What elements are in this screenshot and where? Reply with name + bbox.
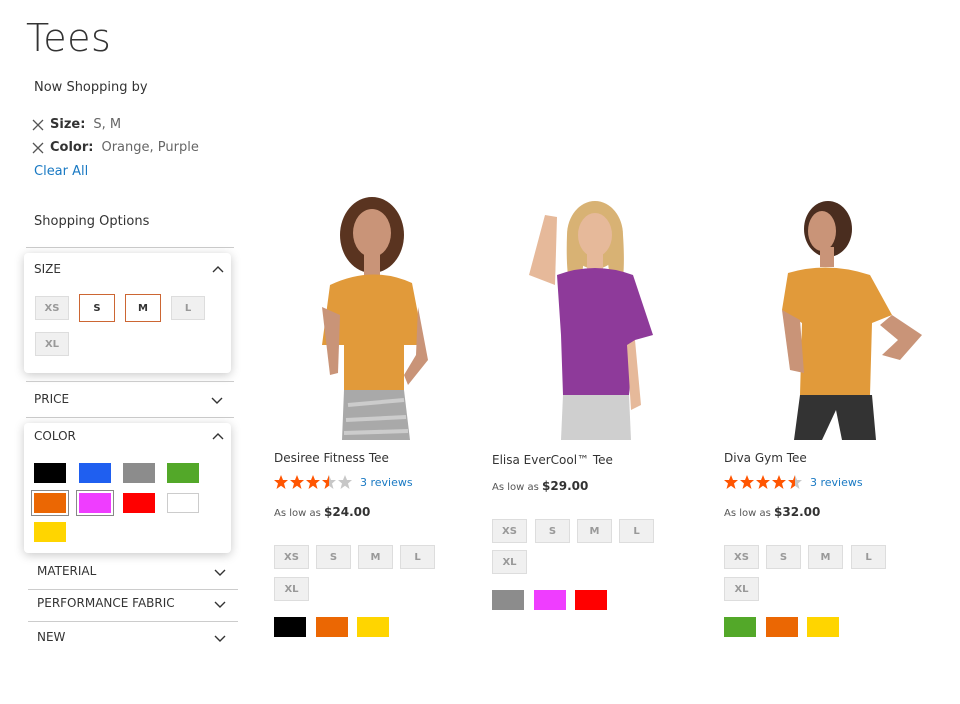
color-swatch-gray[interactable]	[123, 463, 155, 483]
filter-value: S, M	[93, 117, 122, 132]
product-color-purple[interactable]	[534, 590, 566, 610]
active-filter-size: Size: S, M	[32, 117, 121, 132]
divider	[26, 417, 234, 418]
price-prefix: As low as	[274, 508, 321, 519]
filter-label: Color:	[50, 140, 94, 155]
divider	[28, 621, 238, 622]
price: As low as $32.00	[724, 505, 820, 519]
product-name[interactable]: Diva Gym Tee	[724, 451, 807, 465]
color-filter-title[interactable]: COLOR	[34, 429, 76, 443]
now-shopping-title: Now Shopping by	[34, 80, 148, 95]
product-name[interactable]: Desiree Fitness Tee	[274, 451, 389, 465]
product-size-s[interactable]: S	[535, 519, 570, 543]
product-color-red[interactable]	[575, 590, 607, 610]
product-size-l[interactable]: L	[851, 545, 886, 569]
product-color-orange[interactable]	[766, 617, 798, 637]
chevron-up-icon[interactable]	[212, 265, 224, 273]
size-option-xs[interactable]: XS	[35, 296, 69, 320]
size-filter-title[interactable]: SIZE	[34, 262, 61, 276]
color-swatch-orange[interactable]	[31, 490, 69, 516]
price-amount: $32.00	[774, 505, 821, 519]
price-amount: $29.00	[542, 479, 589, 493]
divider	[26, 247, 234, 248]
product-size-m[interactable]: M	[358, 545, 393, 569]
page-title: Tees	[26, 16, 112, 60]
color-swatch-black[interactable]	[34, 463, 66, 483]
filter-value: Orange, Purple	[101, 140, 199, 155]
product-color-yellow[interactable]	[357, 617, 389, 637]
product-size-s[interactable]: S	[766, 545, 801, 569]
product-color-black[interactable]	[274, 617, 306, 637]
divider	[26, 381, 234, 382]
chevron-down-icon[interactable]	[214, 569, 226, 577]
color-swatch-red[interactable]	[123, 493, 155, 513]
product-image[interactable]	[300, 195, 460, 440]
shopping-options-title: Shopping Options	[34, 214, 150, 229]
product-size-s[interactable]: S	[316, 545, 351, 569]
product-size-l[interactable]: L	[400, 545, 435, 569]
color-swatch-yellow[interactable]	[34, 522, 66, 542]
color-swatch-green[interactable]	[167, 463, 199, 483]
remove-filter-icon[interactable]	[32, 142, 44, 154]
filter-label: Size:	[50, 117, 86, 132]
size-filter-panel: SIZE XS S M L XL	[24, 253, 231, 373]
chevron-up-icon[interactable]	[212, 432, 224, 440]
chevron-down-icon[interactable]	[211, 397, 223, 405]
product-size-xl[interactable]: XL	[274, 577, 309, 601]
material-filter-title[interactable]: MATERIAL	[37, 564, 96, 578]
product-size-xs[interactable]: XS	[274, 545, 309, 569]
clear-all-link[interactable]: Clear All	[34, 164, 88, 179]
size-option-m[interactable]: M	[125, 294, 161, 322]
product-color-green[interactable]	[724, 617, 756, 637]
product-color-orange[interactable]	[316, 617, 348, 637]
chevron-down-icon[interactable]	[214, 601, 226, 609]
rating-stars: 3 reviews	[724, 474, 863, 490]
product-size-xs[interactable]: XS	[724, 545, 759, 569]
product-color-yellow[interactable]	[807, 617, 839, 637]
price-prefix: As low as	[724, 508, 771, 519]
price: As low as $24.00	[274, 505, 370, 519]
color-swatch-blue[interactable]	[79, 463, 111, 483]
product-size-xl[interactable]: XL	[724, 577, 759, 601]
product-size-m[interactable]: M	[577, 519, 612, 543]
price-filter-title[interactable]: PRICE	[34, 392, 69, 406]
size-option-xl[interactable]: XL	[35, 332, 69, 356]
chevron-down-icon[interactable]	[214, 635, 226, 643]
performance-fabric-filter-title[interactable]: PERFORMANCE FABRIC	[37, 596, 175, 610]
price-amount: $24.00	[324, 505, 371, 519]
product-size-l[interactable]: L	[619, 519, 654, 543]
active-filter-color: Color: Orange, Purple	[32, 140, 199, 155]
product-color-gray[interactable]	[492, 590, 524, 610]
reviews-link[interactable]: 3 reviews	[360, 476, 413, 489]
star-rating-icon	[274, 475, 352, 489]
price: As low as $29.00	[492, 479, 588, 493]
size-option-s[interactable]: S	[79, 294, 115, 322]
color-filter-panel: COLOR	[24, 423, 231, 553]
new-filter-title[interactable]: NEW	[37, 630, 65, 644]
product-size-m[interactable]: M	[808, 545, 843, 569]
product-size-xl[interactable]: XL	[492, 550, 527, 574]
product-size-xs[interactable]: XS	[492, 519, 527, 543]
product-name[interactable]: Elisa EverCool™ Tee	[492, 453, 613, 467]
product-image[interactable]	[770, 195, 930, 440]
color-swatch-purple[interactable]	[76, 490, 114, 516]
reviews-link[interactable]: 3 reviews	[810, 476, 863, 489]
size-option-l[interactable]: L	[171, 296, 205, 320]
rating-stars: 3 reviews	[274, 474, 413, 490]
divider	[28, 589, 238, 590]
remove-filter-icon[interactable]	[32, 119, 44, 131]
product-image[interactable]	[515, 195, 675, 440]
price-prefix: As low as	[492, 482, 539, 493]
star-rating-icon	[724, 475, 802, 489]
color-swatch-white[interactable]	[167, 493, 199, 513]
